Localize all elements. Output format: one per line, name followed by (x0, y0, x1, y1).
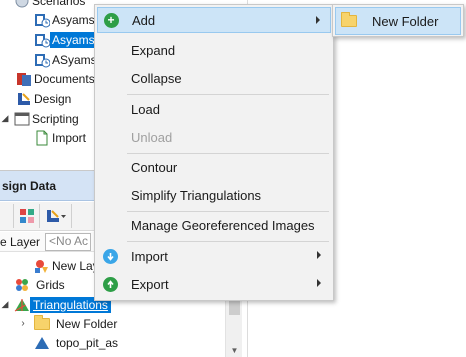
tree-item-scripting[interactable]: ◢ Scripting (0, 109, 81, 128)
menu-item-label: Simplify Triangulations (131, 187, 262, 203)
tree-item-design[interactable]: Design (16, 89, 73, 108)
tree-item-label: Asyams (50, 31, 96, 48)
scenario-icon (34, 52, 51, 68)
tree-item-topo-pit[interactable]: topo_pit_as (34, 333, 120, 352)
menu-item-simplify-triangulations[interactable]: Simplify Triangulations (97, 182, 331, 208)
project-tree: Scenarios Asyams Asyams ASyams Documents… (0, 0, 96, 162)
grids-icon (14, 277, 30, 293)
chevron-down-icon[interactable]: ◢ (0, 299, 10, 310)
add-icon: + (98, 12, 124, 28)
scripting-icon (14, 111, 30, 127)
tree-item-label: Documents (34, 71, 95, 86)
menu-item-add[interactable]: + Add (97, 7, 331, 33)
scenario-icon (34, 32, 51, 48)
menu-item-label: Import (131, 248, 168, 264)
menu-item-label: Unload (131, 129, 173, 145)
triangulation-icon (14, 297, 30, 313)
export-icon (97, 276, 123, 292)
folder-icon (34, 314, 50, 332)
tree-item-label: Import (52, 130, 87, 145)
submenu-arrow-icon (317, 279, 321, 287)
tree-item-label: Scenarios (32, 0, 86, 8)
grid-tool-icon[interactable] (14, 204, 40, 228)
menu-item-load[interactable]: Load (97, 96, 331, 122)
tree-item-label: ASyams (52, 52, 96, 67)
tree-item-label: Asyams (52, 12, 95, 27)
tree-item-documents[interactable]: Documents (16, 69, 96, 88)
active-layer-select[interactable]: <No Ac (45, 232, 92, 251)
tree-item-asyams-selected[interactable]: Asyams (34, 30, 96, 49)
tree-item-label: Design (34, 91, 72, 106)
menu-item-label: Expand (131, 42, 176, 58)
import-icon (97, 248, 123, 264)
add-submenu: New Folder (332, 4, 464, 37)
menu-item-import[interactable]: Import (97, 243, 331, 269)
menu-item-manage-georeferenced-images[interactable]: Manage Georeferenced Images (97, 212, 331, 238)
script-file-icon (34, 130, 50, 146)
menu-item-label: Manage Georeferenced Images (131, 217, 315, 233)
chevron-down-icon[interactable]: ◢ (0, 113, 10, 124)
tree-item-scenarios[interactable]: Scenarios (14, 0, 87, 10)
submenu-arrow-icon (317, 251, 321, 259)
menu-item-label: Export (131, 276, 169, 292)
menu-separator (127, 241, 329, 242)
submenu-item-new-folder[interactable]: New Folder (335, 7, 461, 35)
documents-icon (16, 71, 32, 87)
tree-item-grids[interactable]: Grids (14, 275, 67, 294)
folder-icon (336, 12, 362, 27)
triangulation-icon (34, 335, 50, 351)
submenu-arrow-icon (316, 16, 320, 24)
menu-item-unload: Unload (97, 124, 331, 150)
tree-item-import[interactable]: Import (34, 128, 88, 147)
chevron-right-icon[interactable]: › (18, 318, 28, 329)
toolbar-button[interactable] (0, 204, 14, 228)
design-tool-icon[interactable] (40, 204, 72, 228)
menu-item-label: Contour (131, 159, 178, 175)
menu-item-expand[interactable]: Expand (97, 37, 331, 63)
active-layer-label: e Layer (0, 234, 41, 249)
menu-item-label: Load (131, 101, 160, 117)
design-icon (16, 91, 32, 107)
tree-item-asyams-1[interactable]: Asyams (34, 10, 96, 29)
tree-item-asyams-3[interactable]: ASyams (34, 50, 96, 69)
menu-item-label: New Folder (372, 13, 439, 29)
tree-item-label: Scripting (32, 111, 79, 126)
scenario-icon (34, 12, 51, 28)
context-menu: + Add Expand Collapse Load Unload Contou… (94, 4, 334, 301)
menu-separator (127, 94, 329, 95)
menu-item-label: Collapse (131, 70, 182, 86)
scroll-down-icon[interactable]: ▼ (226, 344, 243, 357)
tree-item-label: New Folder (56, 316, 118, 331)
menu-item-export[interactable]: Export (97, 271, 331, 297)
tree-item-new-layer[interactable]: New Lay (34, 256, 101, 275)
menu-item-contour[interactable]: Contour (97, 154, 331, 180)
tree-item-label: topo_pit_as (56, 335, 119, 350)
scenarios-icon (14, 0, 30, 9)
tree-item-label: Grids (36, 277, 65, 292)
menu-item-collapse[interactable]: Collapse (97, 65, 331, 91)
layer-icon (34, 258, 50, 274)
menu-item-label: Add (132, 12, 156, 28)
tree-item-new-folder[interactable]: › New Folder (18, 314, 119, 333)
